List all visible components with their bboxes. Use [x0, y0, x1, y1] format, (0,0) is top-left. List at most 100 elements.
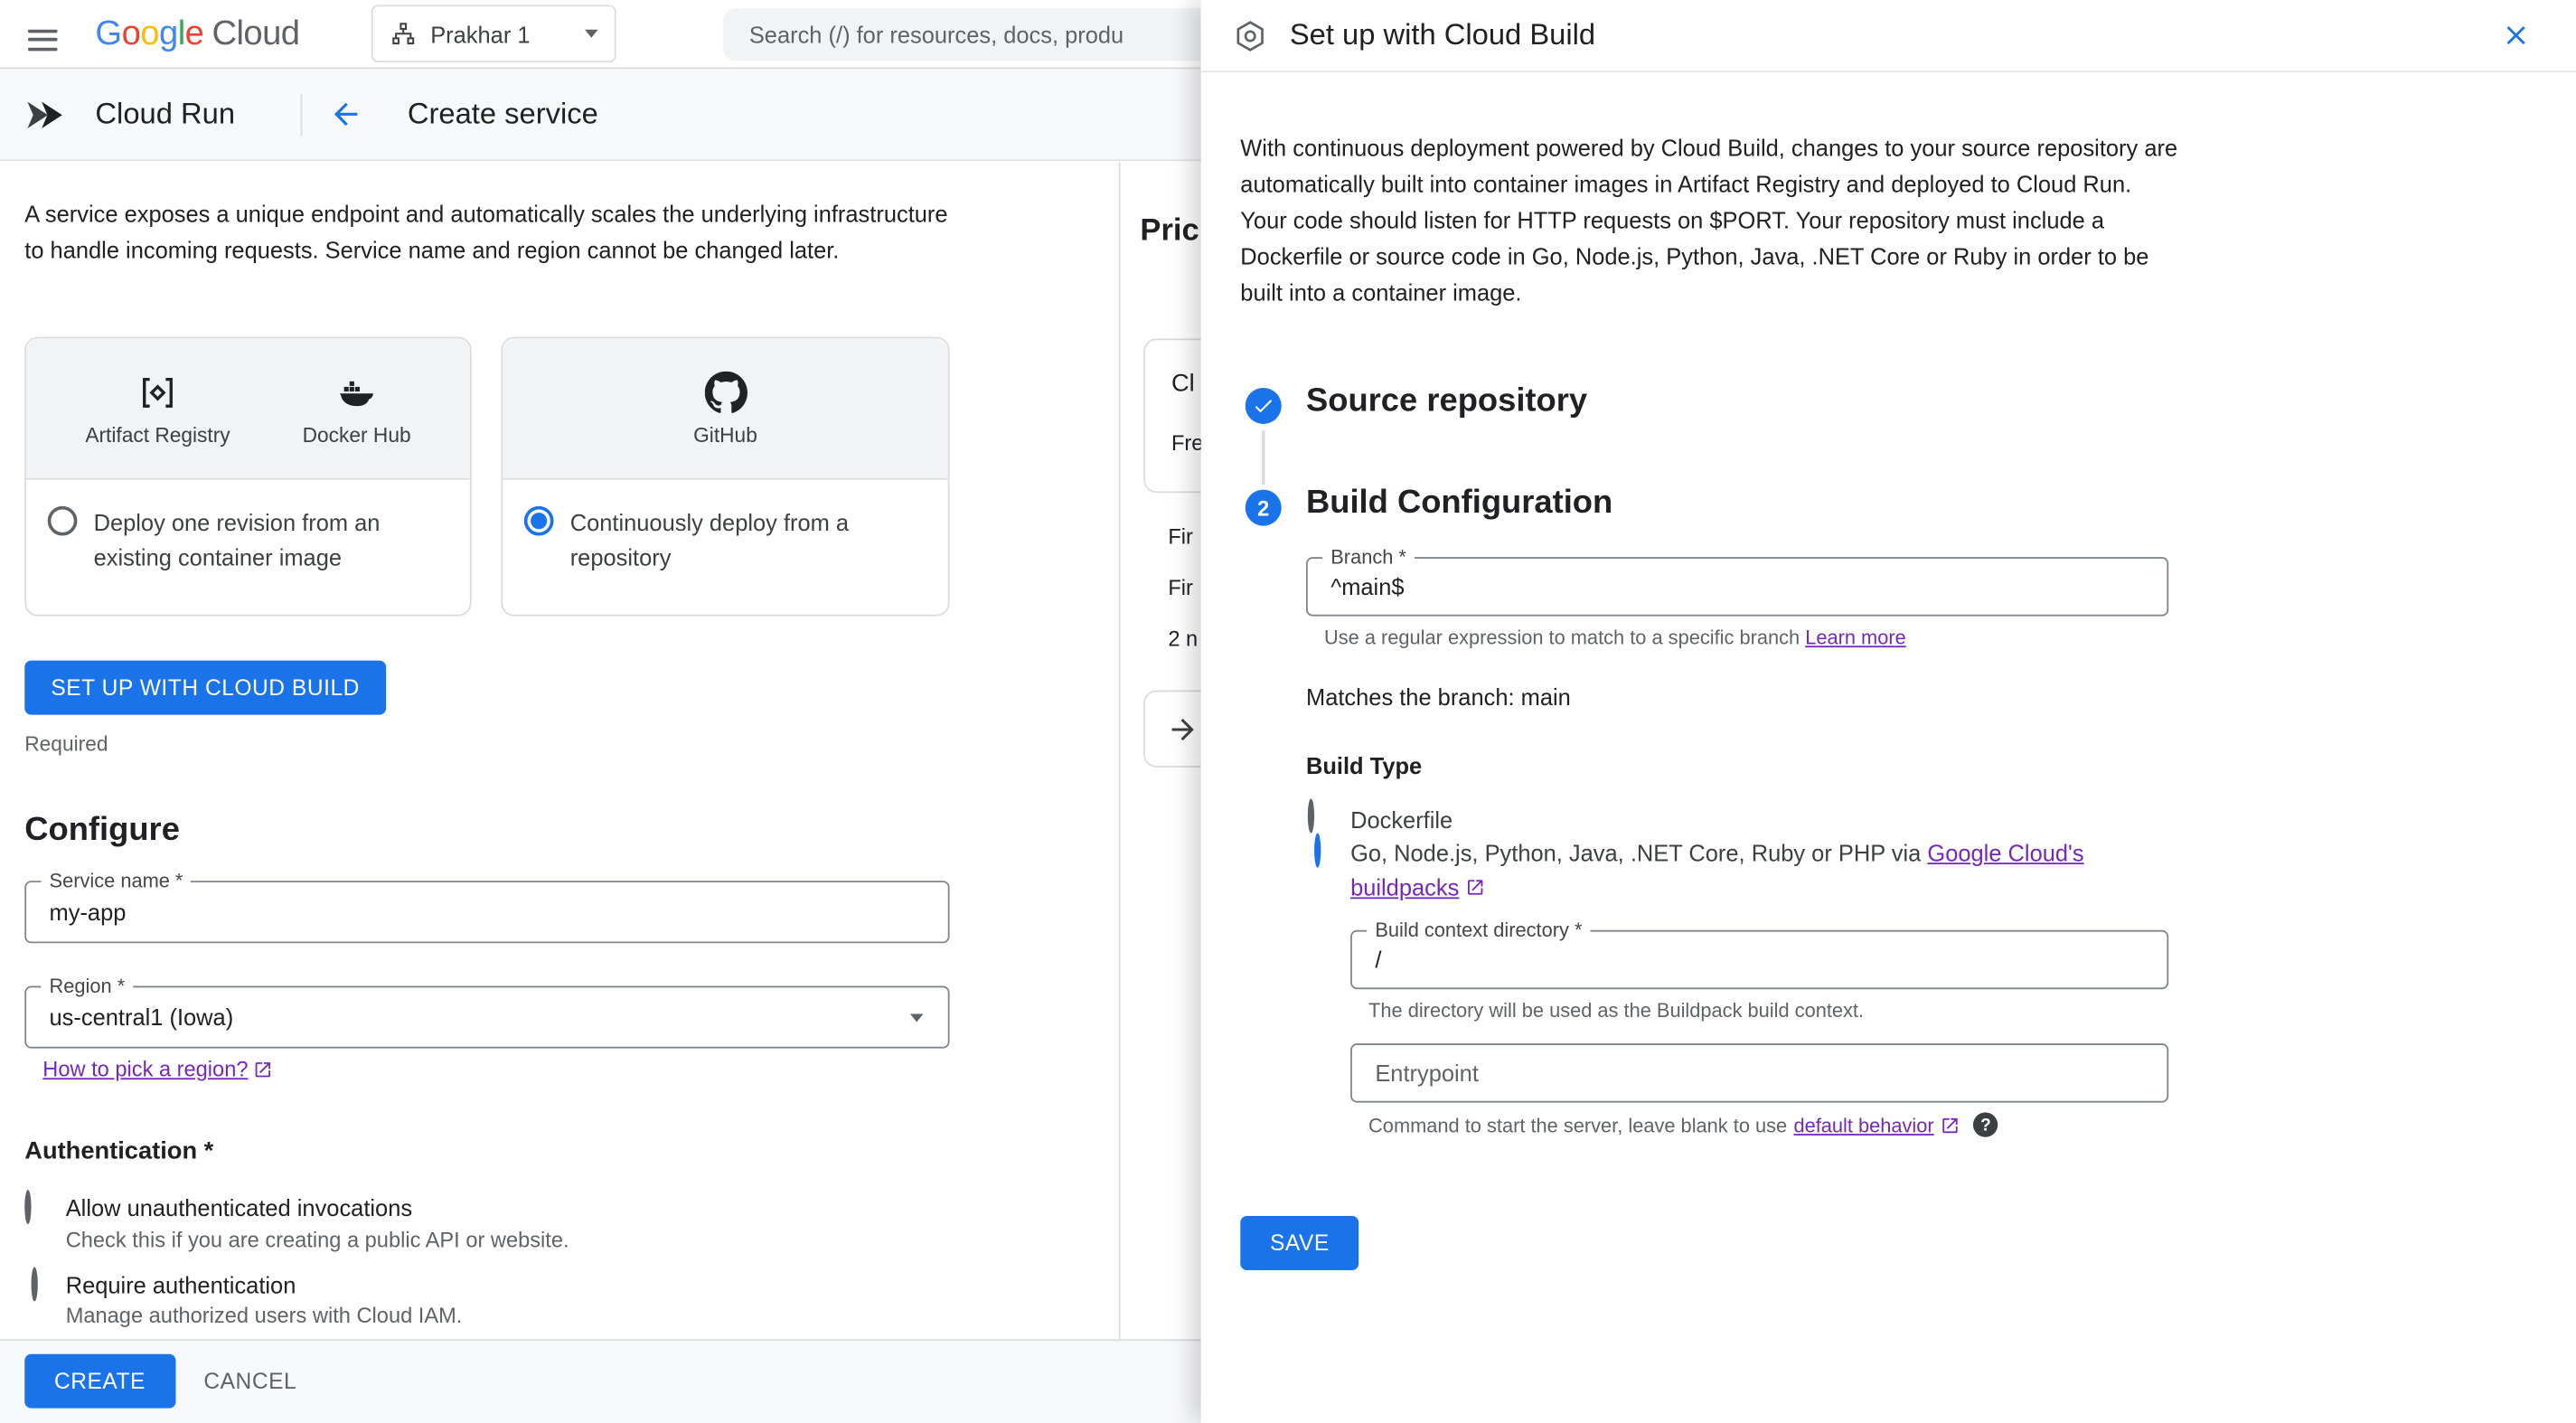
docker-hub-group: Docker Hub	[302, 371, 411, 447]
panel-header: Set up with Cloud Build	[1200, 0, 2576, 72]
dockerfile-label[interactable]: Dockerfile	[1350, 804, 1453, 838]
github-group: GitHub	[693, 370, 757, 447]
branch-label: Branch *	[1322, 545, 1415, 569]
app-root: Google Cloud Prakhar 1 Cloud Run Create …	[0, 0, 2576, 1423]
save-button[interactable]: SAVE	[1240, 1216, 1359, 1271]
external-link-icon	[1942, 1117, 1959, 1133]
deploy-repo-card: GitHub Continuously deploy from a reposi…	[501, 336, 950, 617]
project-icon	[392, 23, 415, 45]
learn-more-link[interactable]: Learn more	[1805, 627, 1906, 649]
intro-paragraph-1: With continuous deployment powered by Cl…	[1240, 135, 2178, 198]
build-context-value: /	[1375, 946, 1382, 974]
step2-number: 2	[1257, 495, 1270, 521]
cloud-build-icon	[1236, 20, 1264, 51]
radio-dockerfile[interactable]	[1307, 798, 1315, 834]
chevron-down-icon	[585, 29, 598, 38]
cloud-build-panel: Set up with Cloud Build With continuous …	[1200, 0, 2576, 1423]
artifact-registry-label: Artifact Registry	[85, 423, 230, 447]
github-label: GitHub	[693, 423, 757, 447]
region-help-link[interactable]: How to pick a region?	[42, 1057, 272, 1081]
build-context-label: Build context directory *	[1367, 919, 1591, 942]
external-link-icon	[255, 1061, 271, 1077]
step2-number-circle: 2	[1245, 489, 1282, 526]
radio-require-auth[interactable]	[31, 1267, 38, 1302]
create-button[interactable]: CREATE	[24, 1353, 175, 1409]
require-auth-desc: Manage authorized users with Cloud IAM.	[65, 1303, 463, 1328]
project-selector[interactable]: Prakhar 1	[371, 5, 616, 63]
build-context-helper: The directory will be used as the Buildp…	[1368, 999, 1865, 1022]
branch-match-text: Matches the branch: main	[1305, 683, 1571, 711]
content-divider	[1118, 162, 1121, 1340]
default-behavior-link[interactable]: default behavior	[1793, 1113, 1933, 1136]
build-type-label: Build Type	[1305, 752, 1423, 779]
menu-icon[interactable]	[27, 23, 58, 55]
radio-deploy-repo-label[interactable]: Continuously deploy from a repository	[570, 506, 926, 575]
panel-title: Set up with Cloud Build	[1289, 17, 1596, 52]
panel-intro: With continuous deployment powered by Cl…	[1240, 130, 2183, 311]
configure-heading: Configure	[24, 811, 180, 848]
allow-unauthenticated-desc: Check this if you are creating a public …	[65, 1227, 569, 1253]
deploy-repo-option: Continuously deploy from a repository	[503, 480, 948, 602]
entrypoint-helper-text: Command to start the server, leave blank…	[1368, 1113, 1788, 1136]
artifact-registry-group: Artifact Registry	[85, 371, 230, 447]
allow-unauthenticated-label[interactable]: Allow unauthenticated invocations	[66, 1194, 412, 1220]
pricing-row-fragment: Fir	[1168, 523, 1193, 550]
service-name-field[interactable]: Service name * my-app	[24, 869, 950, 944]
arrow-right-icon[interactable]	[1166, 713, 1199, 746]
region-select[interactable]: Region * us-central1 (Iowa)	[24, 974, 950, 1049]
pricing-card-sub-fragment: Fre	[1170, 430, 1204, 456]
branch-field[interactable]: Branch * ^main$	[1305, 545, 2169, 617]
service-name-label: Service name *	[41, 869, 192, 892]
close-icon[interactable]	[2494, 14, 2536, 56]
branch-helper: Use a regular expression to match to a s…	[1324, 627, 1906, 649]
cancel-button[interactable]: CANCEL	[203, 1369, 296, 1393]
pricing-heading-fragment: Pric	[1140, 213, 1199, 249]
radio-deploy-existing[interactable]	[47, 505, 78, 536]
help-icon[interactable]: ?	[1973, 1112, 1998, 1137]
branch-helper-text: Use a regular expression to match to a s…	[1323, 626, 1806, 649]
setup-cloud-build-button[interactable]: SET UP WITH CLOUD BUILD	[24, 660, 387, 715]
required-note: Required	[24, 732, 108, 757]
cloud-logo-text: Cloud	[212, 14, 300, 53]
step1-title[interactable]: Source repository	[1306, 383, 1587, 421]
service-name-value: my-app	[49, 899, 127, 926]
entrypoint-field[interactable]: Entrypoint	[1350, 1043, 2169, 1103]
require-auth-label[interactable]: Require authentication	[66, 1272, 296, 1298]
entrypoint-helper: Command to start the server, leave blank…	[1368, 1112, 1998, 1137]
docker-hub-icon	[340, 380, 374, 406]
artifact-registry-icon	[143, 377, 173, 407]
docker-hub-label: Docker Hub	[302, 423, 411, 447]
step1-check-circle	[1245, 387, 1282, 424]
buildpacks-label-text: Go, Node.js, Python, Java, .NET Core, Ru…	[1350, 839, 1928, 866]
divider	[300, 92, 303, 136]
step-connector	[1261, 430, 1265, 485]
deploy-existing-option: Deploy one revision from an existing con…	[26, 480, 470, 602]
pricing-row-fragment: 2 n	[1168, 626, 1199, 651]
radio-deploy-repo[interactable]	[523, 505, 554, 536]
product-name: Cloud Run	[95, 97, 236, 130]
check-icon	[1255, 400, 1273, 413]
back-arrow-icon[interactable]	[329, 97, 363, 131]
entrypoint-placeholder: Entrypoint	[1375, 1060, 1479, 1087]
authentication-heading: Authentication *	[24, 1136, 214, 1165]
build-context-field[interactable]: Build context directory * /	[1350, 919, 2169, 990]
branch-value: ^main$	[1330, 573, 1405, 600]
radio-buildpacks[interactable]	[1314, 833, 1321, 868]
region-value: us-central1 (Iowa)	[49, 1004, 234, 1031]
chevron-down-icon	[909, 1013, 924, 1022]
step2-title[interactable]: Build Configuration	[1306, 485, 1612, 523]
card-icons-repo: GitHub	[503, 338, 948, 480]
intro-paragraph-2: Your code should listen for HTTP request…	[1240, 207, 2149, 306]
cloud-run-icon	[27, 100, 62, 128]
radio-deploy-existing-label[interactable]: Deploy one revision from an existing con…	[94, 506, 449, 575]
github-icon	[703, 370, 747, 412]
deploy-existing-image-card: Artifact Registry Docker Hub Deploy one …	[24, 336, 472, 617]
project-name: Prakhar 1	[430, 20, 531, 47]
pricing-card-title-fragment: Cl	[1170, 369, 1195, 398]
pricing-row-fragment: Fir	[1168, 575, 1193, 600]
region-label: Region *	[41, 974, 134, 998]
region-help-link-text: How to pick a region?	[42, 1056, 249, 1081]
radio-allow-unauthenticated[interactable]	[24, 1189, 32, 1225]
buildpacks-label[interactable]: Go, Node.js, Python, Java, .NET Core, Ru…	[1350, 836, 2146, 905]
google-cloud-logo[interactable]: Google Cloud	[95, 14, 300, 54]
